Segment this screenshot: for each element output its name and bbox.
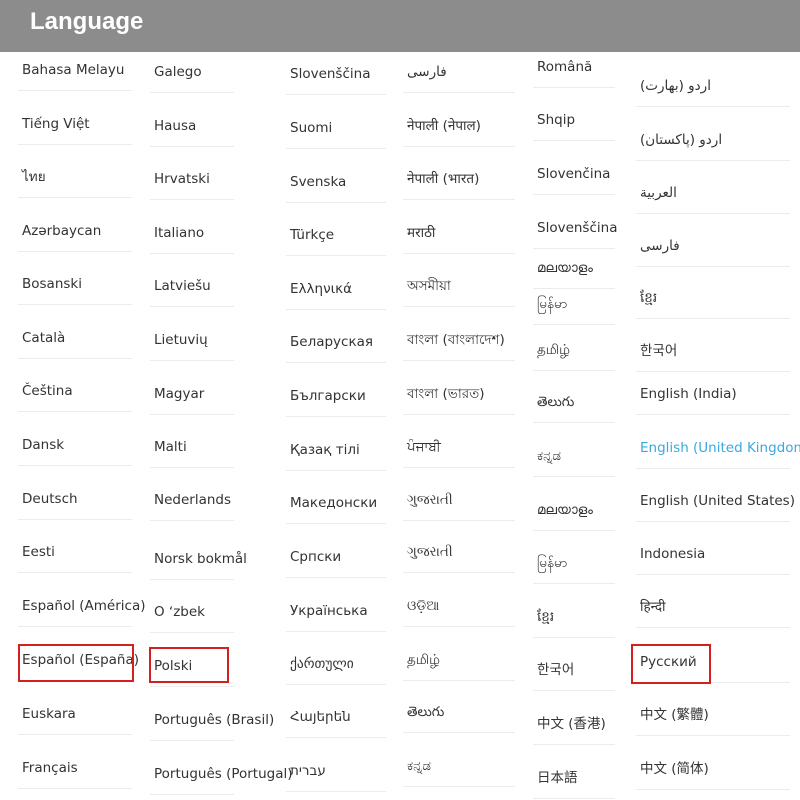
language-option[interactable]: ქართული bbox=[286, 644, 386, 685]
language-option[interactable]: اردو (بھارت) bbox=[636, 66, 790, 107]
language-option[interactable]: മലയാളം bbox=[533, 490, 615, 531]
language-option[interactable]: ಕನ್ನಡ bbox=[403, 746, 515, 787]
language-option[interactable]: தமிழ் bbox=[533, 330, 615, 371]
header-bar: Language bbox=[0, 0, 800, 52]
language-option[interactable]: 한국어 bbox=[636, 331, 790, 372]
language-option[interactable]: ಕನ್ನಡ bbox=[533, 436, 615, 477]
language-option[interactable]: മലയാളം bbox=[533, 248, 615, 289]
language-option[interactable]: Bosanski bbox=[18, 264, 132, 305]
language-option[interactable]: 中文 (香港) bbox=[533, 704, 615, 745]
language-option[interactable]: Dansk bbox=[18, 425, 132, 466]
language-option[interactable]: Azərbaycan bbox=[18, 211, 132, 252]
language-option[interactable]: עברית bbox=[286, 751, 386, 792]
language-option[interactable]: Eesti bbox=[18, 532, 132, 573]
language-option[interactable]: ଓଡ଼ିଆ bbox=[403, 586, 515, 627]
language-option[interactable]: Македонски bbox=[286, 483, 386, 524]
language-option[interactable]: မြန်မာ bbox=[533, 543, 615, 584]
language-option[interactable]: ไทย bbox=[18, 157, 132, 198]
language-option[interactable]: English (India) bbox=[636, 374, 790, 415]
language-option[interactable]: Indonesia bbox=[636, 534, 790, 575]
language-option[interactable]: Hausa bbox=[150, 106, 234, 147]
language-option[interactable]: ខ្មែរ bbox=[533, 597, 615, 638]
language-option[interactable]: Italiano bbox=[150, 213, 234, 254]
language-option[interactable]: Hrvatski bbox=[150, 159, 234, 200]
language-option[interactable]: Español (América) bbox=[18, 586, 145, 627]
language-option[interactable]: Nederlands bbox=[150, 480, 234, 521]
language-option[interactable]: Slovenčina bbox=[533, 154, 615, 195]
language-option[interactable]: Қазақ тілі bbox=[286, 430, 386, 471]
language-option[interactable]: Српски bbox=[286, 537, 386, 578]
language-option[interactable]: Deutsch bbox=[18, 479, 132, 520]
language-option[interactable]: O ʻzbek bbox=[150, 592, 234, 633]
language-option[interactable]: मराठी bbox=[403, 213, 515, 254]
language-option[interactable]: தமிழ் bbox=[403, 640, 515, 681]
language-option[interactable]: Slovenščina bbox=[286, 54, 386, 95]
language-option[interactable]: ខ្មែរ bbox=[636, 278, 790, 319]
language-option[interactable]: Українська bbox=[286, 591, 386, 632]
language-option[interactable]: اردو (پاکستان) bbox=[636, 120, 790, 161]
language-option[interactable]: 中文 (繁體) bbox=[636, 695, 790, 736]
language-option[interactable]: ગુજરાતી bbox=[403, 480, 515, 521]
language-option[interactable]: Français bbox=[18, 748, 132, 789]
language-option[interactable]: ਪੰਜਾਬੀ bbox=[403, 427, 515, 468]
language-option[interactable]: বাংলা (বাংলাদেশ) bbox=[403, 320, 515, 361]
language-option[interactable]: Magyar bbox=[150, 374, 234, 415]
language-option[interactable]: 中文 (简体) bbox=[636, 749, 790, 790]
language-option[interactable]: Norsk bokmål bbox=[150, 539, 247, 580]
language-option[interactable]: Türkçe bbox=[286, 215, 386, 256]
language-option[interactable]: Svenska bbox=[286, 162, 386, 203]
language-option[interactable]: Latviešu bbox=[150, 266, 234, 307]
language-option[interactable]: Suomi bbox=[286, 108, 386, 149]
language-option[interactable]: Català bbox=[18, 318, 132, 359]
language-option[interactable]: 한국어 bbox=[533, 650, 615, 691]
language-option[interactable]: 日本語 bbox=[533, 758, 615, 799]
page-title: Language bbox=[30, 8, 144, 35]
language-option[interactable]: Galego bbox=[150, 52, 234, 93]
language-option[interactable]: Հայերեն bbox=[286, 697, 386, 738]
language-option[interactable]: English (United Kingdom) bbox=[636, 428, 800, 469]
language-option[interactable]: فارسی bbox=[403, 52, 515, 93]
language-option[interactable]: ગુજરાતી bbox=[403, 532, 515, 573]
language-option[interactable]: Shqip bbox=[533, 100, 615, 141]
language-option[interactable]: Tiếng Việt bbox=[18, 104, 132, 145]
language-option[interactable]: नेपाली (नेपाल) bbox=[403, 106, 515, 147]
language-option[interactable]: Bahasa Melayu bbox=[18, 50, 132, 91]
language-option[interactable]: Português (Portugal) bbox=[150, 754, 293, 795]
language-option[interactable]: Български bbox=[286, 376, 386, 417]
language-option[interactable]: فارسی bbox=[636, 226, 790, 267]
language-option[interactable]: Euskara bbox=[18, 694, 132, 735]
language-option[interactable]: မြန်မာ bbox=[533, 284, 615, 325]
language-option[interactable]: Čeština bbox=[18, 371, 132, 412]
language-option[interactable]: বাংলা (ভারত) bbox=[403, 374, 515, 415]
language-option[interactable]: Español (España) bbox=[18, 640, 139, 681]
language-option[interactable]: Polski bbox=[150, 646, 234, 687]
language-option[interactable]: Ελληνικά bbox=[286, 269, 386, 310]
language-option[interactable]: Русский bbox=[636, 642, 790, 683]
language-option[interactable]: తెలుగు bbox=[403, 692, 515, 733]
language-option[interactable]: Malti bbox=[150, 427, 234, 468]
language-option[interactable]: অসমীয়া bbox=[403, 266, 515, 307]
language-option[interactable]: తెలుగు bbox=[533, 382, 615, 423]
language-option[interactable]: हिन्दी bbox=[636, 587, 790, 628]
language-option[interactable]: नेपाली (भारत) bbox=[403, 159, 515, 200]
language-option[interactable]: Slovenščina bbox=[533, 208, 617, 249]
language-option[interactable]: Português (Brasil) bbox=[150, 700, 274, 741]
language-option[interactable]: English (United States) bbox=[636, 481, 795, 522]
language-option[interactable]: Lietuvių bbox=[150, 320, 234, 361]
language-option[interactable]: العربية bbox=[636, 173, 790, 214]
language-option[interactable]: Română bbox=[533, 47, 615, 88]
language-option[interactable]: Беларуская bbox=[286, 322, 386, 363]
